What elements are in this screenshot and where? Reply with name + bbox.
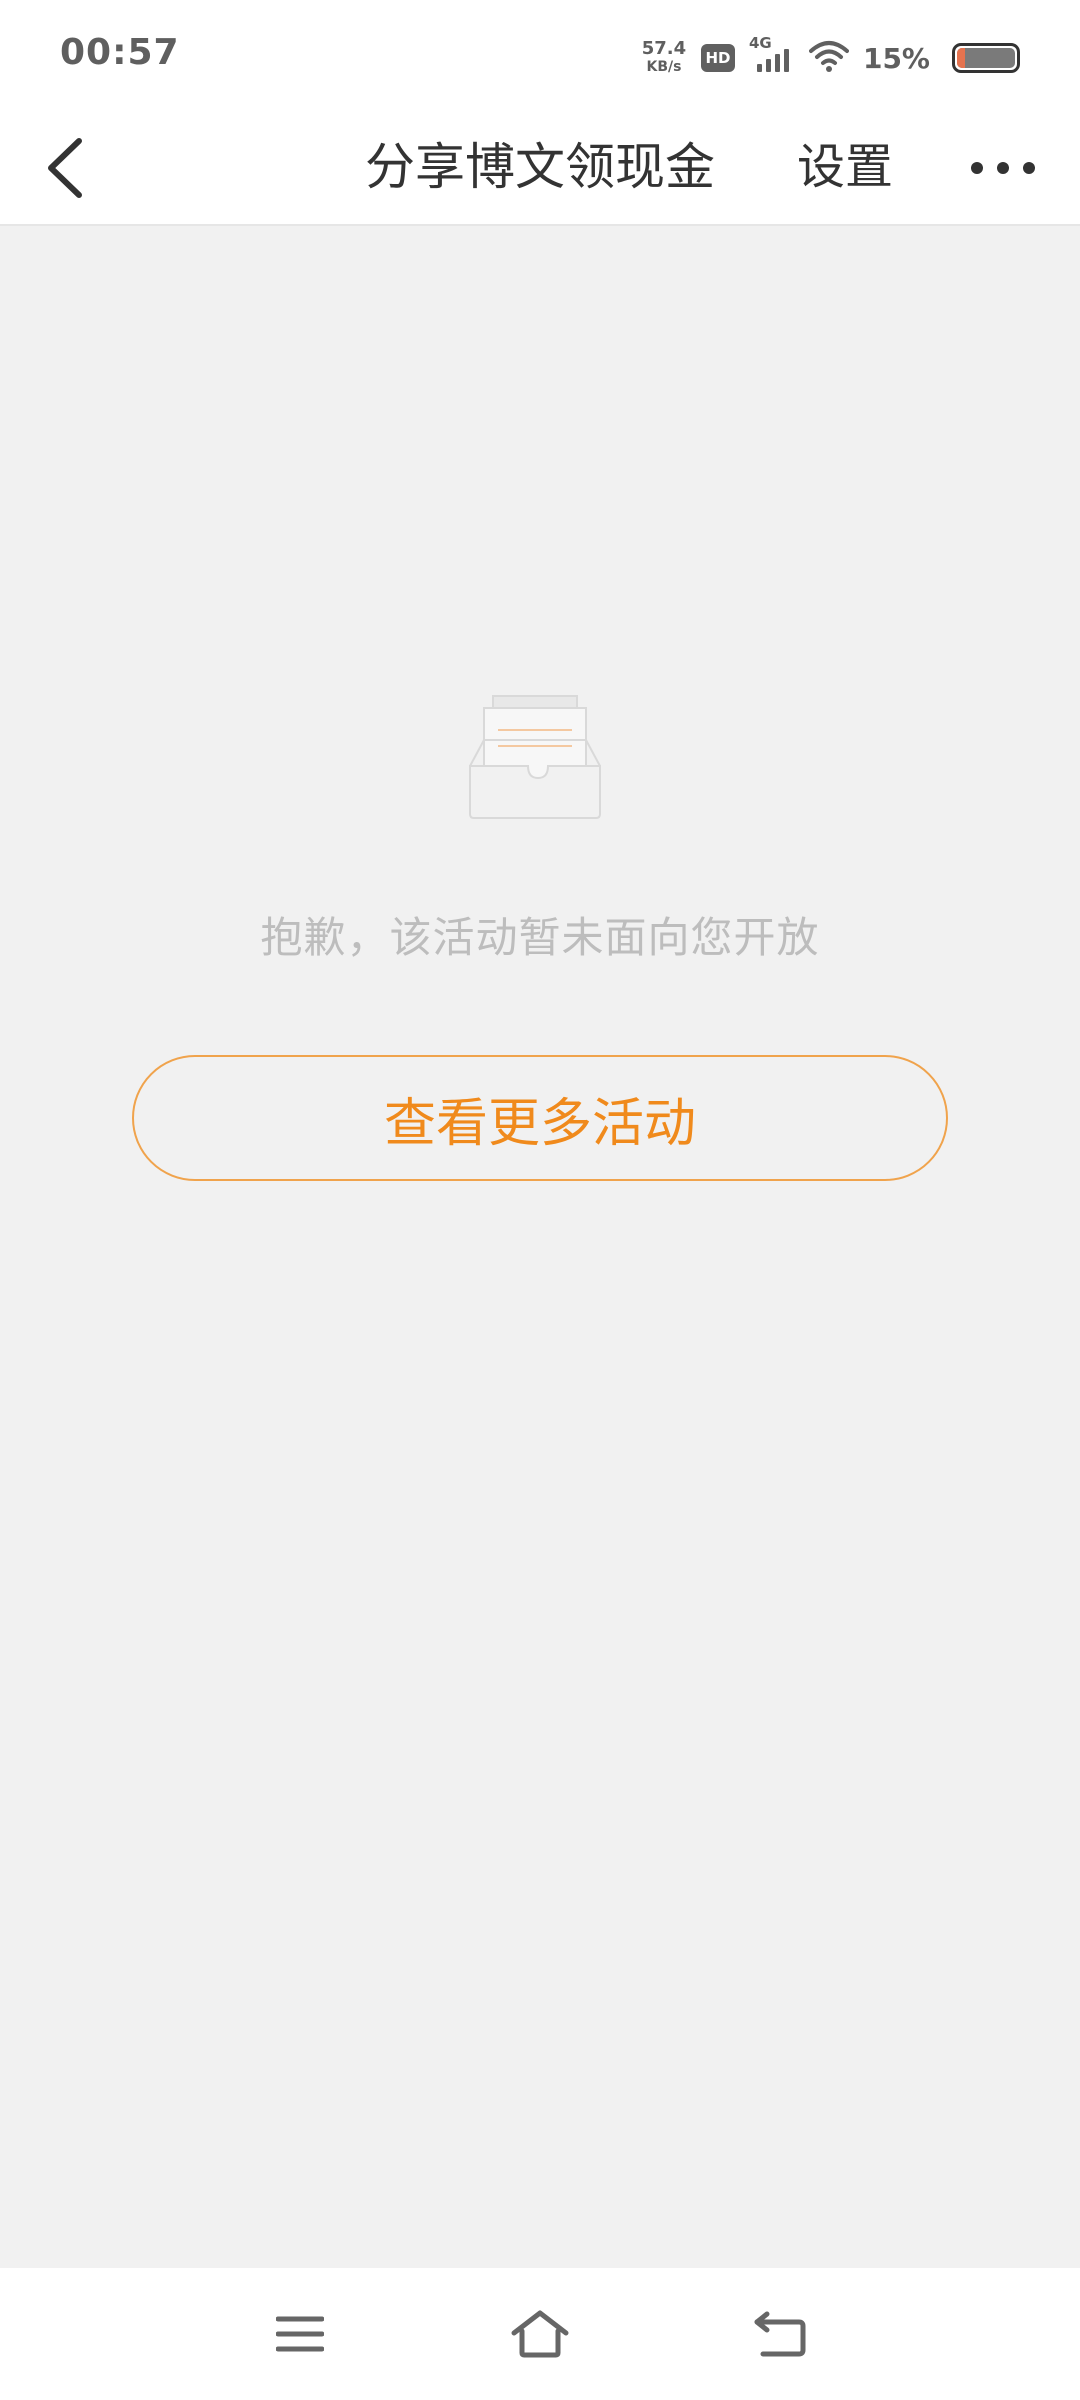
network-speed-value: 57.4 — [641, 38, 687, 59]
network-type: 4G — [748, 34, 772, 52]
battery-percent: 15% — [862, 41, 930, 75]
status-indicators: 57.4 KB/s HD 4G 15% — [641, 30, 1020, 86]
network-speed-unit: KB/s — [646, 59, 682, 75]
battery-level — [957, 48, 965, 68]
page-title: 分享博文领现金 — [365, 138, 715, 196]
menu-icon — [276, 2316, 324, 2352]
main-content: 抱歉，该活动暂未面向您开放 查看更多活动 — [0, 228, 1080, 2268]
empty-state-message: 抱歉，该活动暂未面向您开放 — [260, 913, 820, 962]
back-button[interactable] — [30, 130, 100, 206]
view-more-activities-button[interactable]: 查看更多活动 — [132, 1055, 948, 1181]
system-navigation-bar — [0, 2268, 1080, 2400]
status-bar: 00:57 57.4 KB/s HD 4G 15% — [0, 0, 1080, 110]
more-button[interactable] — [966, 140, 1040, 196]
home-icon — [511, 2310, 569, 2358]
hd-icon: HD — [700, 44, 735, 72]
network-speed: 57.4 KB/s — [641, 40, 687, 76]
settings-button[interactable]: 设置 — [790, 132, 900, 202]
battery-icon — [952, 43, 1020, 73]
status-time: 00:57 — [60, 32, 180, 73]
return-button[interactable] — [748, 2304, 812, 2364]
home-button[interactable] — [508, 2304, 572, 2364]
menu-button[interactable] — [268, 2304, 332, 2364]
return-icon — [754, 2311, 806, 2357]
signal-icon: 4G — [749, 34, 795, 76]
app-header: 分享博文领现金 设置 — [0, 110, 1080, 226]
chevron-left-icon — [48, 138, 82, 198]
more-dots-icon — [971, 162, 1035, 174]
empty-inbox-icon — [466, 694, 610, 820]
wifi-icon — [808, 39, 849, 77]
